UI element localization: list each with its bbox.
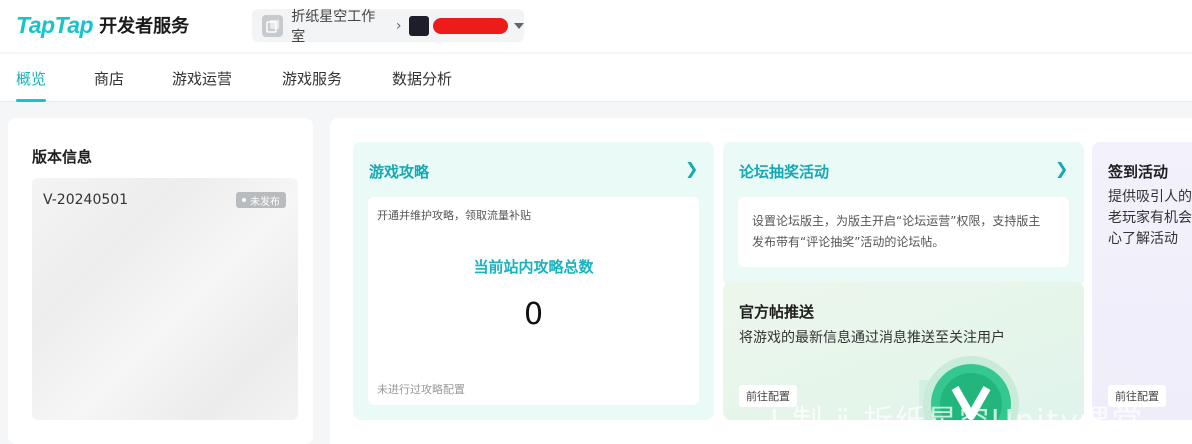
- tab-game-service[interactable]: 游戏服务: [282, 68, 342, 102]
- official-push-title: 官方帖推送: [739, 303, 815, 321]
- studio-icon: [262, 14, 284, 37]
- guide-count-label: 当前站内攻略总数: [473, 258, 594, 276]
- game-guide-card[interactable]: 游戏攻略 ❯ 开通并维护攻略，领取流量补贴 当前站内攻略总数 0 未进行过攻略配…: [353, 142, 714, 420]
- game-guide-panel: 开通并维护攻略，领取流量补贴 当前站内攻略总数 0 未进行过攻略配置: [368, 197, 699, 405]
- redacted-game-name: [432, 17, 508, 34]
- caret-down-icon[interactable]: [514, 22, 524, 29]
- push-illustration-icon: [919, 356, 1019, 420]
- signin-desc-line3: 心了解活动: [1108, 231, 1178, 247]
- game-guide-desc: 开通并维护攻略，领取流量补贴: [377, 209, 531, 222]
- top-header: TapTap 开发者服务 折纸星空工作室 ›: [0, 0, 1192, 52]
- tab-store[interactable]: 商店: [94, 68, 124, 102]
- signin-activity-desc: 提供吸引人的 老玩家有机会 心了解活动: [1108, 187, 1192, 250]
- chevron-right-icon[interactable]: ❯: [685, 159, 698, 178]
- guide-count-value: 0: [523, 297, 544, 332]
- forum-lottery-panel: 设置论坛版主，为版主开启“论坛运营”权限，支持版主 发布带有“评论抽奖”活动的论…: [738, 197, 1069, 267]
- forum-lottery-title: 论坛抽奖活动: [739, 163, 830, 181]
- version-info-title: 版本信息: [32, 148, 93, 166]
- logo-wordmark: TapTap: [16, 11, 94, 38]
- forum-lottery-card[interactable]: 论坛抽奖活动 ❯ 设置论坛版主，为版主开启“论坛运营”权限，支持版主 发布带有“…: [723, 142, 1084, 287]
- tab-data-analysis[interactable]: 数据分析: [392, 68, 452, 102]
- official-push-desc: 将游戏的最新信息通过消息推送至关注用户: [739, 330, 1005, 346]
- forum-lottery-desc-line1: 设置论坛版主，为版主开启“论坛运营”权限，支持版主: [752, 214, 1041, 228]
- game-guide-title: 游戏攻略: [369, 163, 430, 181]
- game-avatar: [409, 15, 429, 36]
- taptap-logo[interactable]: TapTap 开发者服务: [16, 11, 189, 39]
- logo-subtitle: 开发者服务: [99, 16, 190, 37]
- studio-name[interactable]: 折纸星空工作室: [291, 6, 386, 46]
- version-item[interactable]: V-20240501 未发布: [32, 178, 298, 420]
- chevron-right-icon: ›: [395, 17, 402, 34]
- signin-activity-title: 签到活动: [1108, 163, 1169, 181]
- version-number: V-20240501: [43, 192, 129, 208]
- forum-lottery-desc-line2: 发布带有“评论抽奖”活动的论坛帖。: [752, 235, 945, 249]
- main-nav: 概览 商店 游戏运营 游戏服务 数据分析: [0, 54, 1192, 102]
- guide-config-status: 未进行过攻略配置: [377, 383, 465, 396]
- signin-desc-line1: 提供吸引人的: [1108, 189, 1192, 205]
- studio-game-switcher[interactable]: 折纸星空工作室 ›: [252, 9, 524, 45]
- official-push-card: 官方帖推送 将游戏的最新信息通过消息推送至关注用户 前往配置: [723, 282, 1084, 420]
- signin-config-button[interactable]: 前往配置: [1108, 385, 1166, 407]
- tab-game-operation[interactable]: 游戏运营: [172, 68, 232, 102]
- push-config-button[interactable]: 前往配置: [739, 385, 797, 407]
- status-badge: 未发布: [236, 192, 286, 208]
- signin-desc-line2: 老玩家有机会: [1108, 210, 1192, 226]
- chevron-right-icon[interactable]: ❯: [1055, 159, 1068, 178]
- version-info-card: 版本信息 V-20240501 未发布: [8, 118, 313, 444]
- signin-activity-card: 签到活动 提供吸引人的 老玩家有机会 心了解活动 前往配置: [1092, 142, 1192, 420]
- tab-overview[interactable]: 概览: [16, 68, 47, 102]
